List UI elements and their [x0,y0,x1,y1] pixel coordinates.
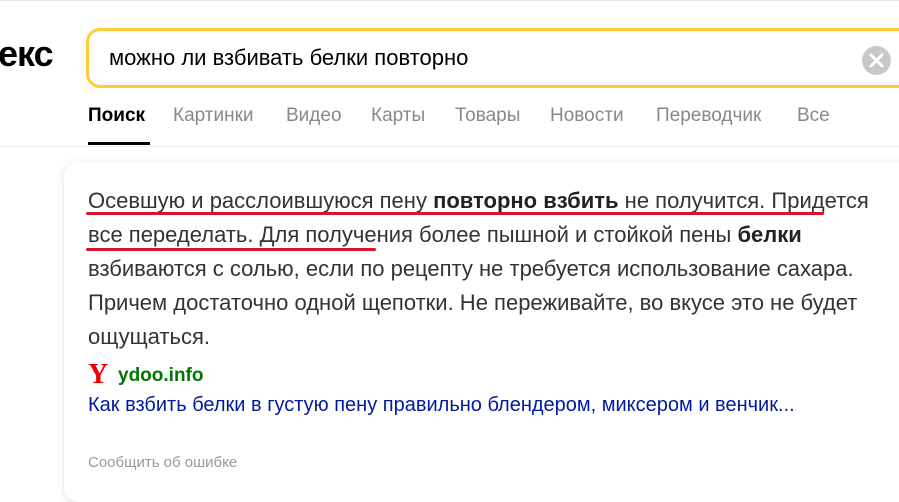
tab-search[interactable]: Поиск [88,104,145,128]
active-tab-indicator [88,142,150,145]
search-input[interactable] [109,31,849,85]
tab-products[interactable]: Товары [455,104,520,128]
red-annotation-line [86,248,376,251]
yandex-logo[interactable]: екс [0,34,54,74]
tab-translator[interactable]: Переводчик [656,104,761,128]
search-box[interactable] [86,28,899,88]
answer-snippet: Осевшую и расслоившуюся пену повторно вз… [88,184,878,354]
snippet-text: взбиваются с солью, если по рецепту не т… [88,256,858,349]
tab-news[interactable]: Новости [550,104,624,128]
snippet-text: Осевшую и расслоившуюся пену [88,188,434,213]
red-annotation-line [86,212,824,215]
header-divider [0,146,899,147]
close-icon [869,53,884,68]
snippet-highlight: белки [737,222,802,247]
tab-maps[interactable]: Карты [371,104,425,128]
yandex-y-icon: Y [88,359,109,390]
result-title-link[interactable]: Как взбить белки в густую пену правильно… [88,394,894,417]
snippet-highlight: повторно взбить [433,188,619,213]
tab-video[interactable]: Видео [286,104,342,128]
report-error-link[interactable]: Сообщить об ошибке [88,454,237,471]
source-domain-link[interactable]: ydoo.info [118,365,203,387]
clear-button[interactable] [862,46,891,75]
tab-all[interactable]: Все [797,104,830,128]
tab-images[interactable]: Картинки [173,104,254,128]
top-border [0,0,899,1]
